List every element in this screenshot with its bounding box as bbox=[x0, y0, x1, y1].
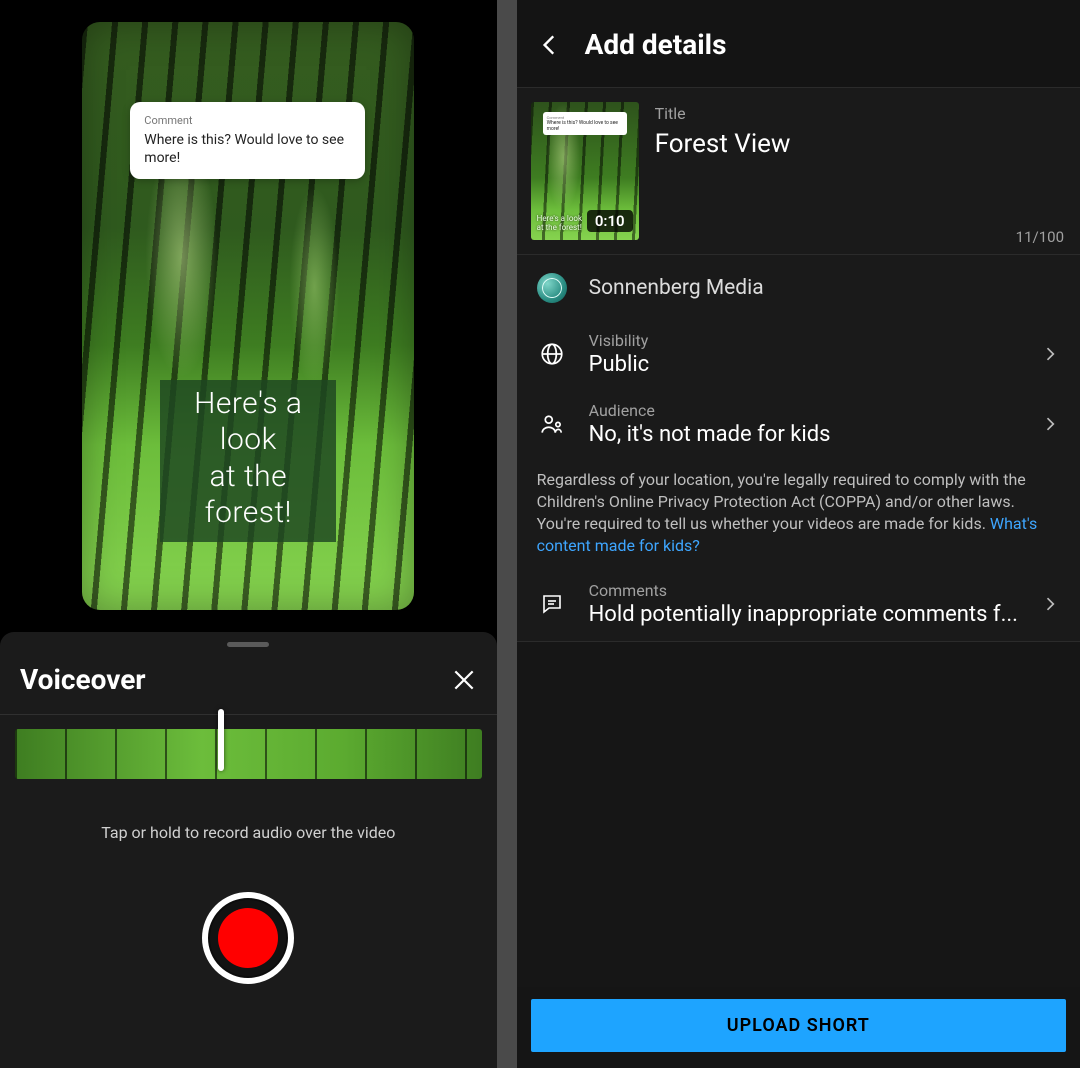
title-row[interactable]: Comment Where is this? Would love to see… bbox=[517, 88, 1080, 254]
page-title: Add details bbox=[585, 28, 727, 61]
voiceover-panel: Voiceover Tap or hold to record audio ov… bbox=[0, 632, 497, 1068]
caption-overlay: Here's a look at the forest! bbox=[160, 380, 336, 542]
coppa-notice: Regardless of your location, you're lega… bbox=[517, 461, 1080, 571]
comments-label: Comments bbox=[589, 581, 1018, 600]
audience-icon bbox=[537, 409, 567, 439]
audience-label: Audience bbox=[589, 401, 1018, 420]
visibility-row[interactable]: Visibility Public bbox=[517, 321, 1080, 391]
voiceover-timeline[interactable] bbox=[15, 729, 482, 779]
thumb-caption: Here's a look at the forest! bbox=[537, 214, 582, 232]
back-icon[interactable] bbox=[537, 32, 563, 58]
phone-add-details: Add details Comment Where is this? Would… bbox=[517, 0, 1080, 1068]
timeline-wrap bbox=[0, 715, 497, 779]
voiceover-header: Voiceover bbox=[0, 647, 497, 714]
upload-short-button[interactable]: UPLOAD SHORT bbox=[531, 999, 1066, 1052]
chevron-right-icon bbox=[1040, 344, 1060, 364]
screenshot-pair: Comment Where is this? Would love to see… bbox=[0, 0, 1080, 1068]
account-row[interactable]: Sonnenberg Media bbox=[517, 255, 1080, 321]
visibility-label: Visibility bbox=[589, 331, 1018, 350]
video-preview-area: Comment Where is this? Would love to see… bbox=[0, 0, 497, 632]
video-duration-badge: 0:10 bbox=[587, 210, 633, 232]
video-thumbnail[interactable]: Comment Where is this? Would love to see… bbox=[531, 102, 639, 240]
visibility-value: Public bbox=[589, 352, 1018, 377]
record-indicator-icon bbox=[218, 908, 278, 968]
caption-line-2: at the forest! bbox=[164, 459, 332, 532]
timeline-playhead[interactable] bbox=[218, 709, 224, 771]
title-label: Title bbox=[655, 104, 1064, 123]
thumb-comment-sticker: Comment Where is this? Would love to see… bbox=[543, 112, 627, 135]
account-name: Sonnenberg Media bbox=[589, 276, 764, 300]
account-avatar-icon bbox=[537, 273, 567, 303]
settings-section: Sonnenberg Media Visibility Public bbox=[517, 255, 1080, 641]
comments-value: Hold potentially inappropriate comments … bbox=[589, 602, 1018, 627]
comment-text: Where is this? Would love to see more! bbox=[144, 131, 351, 167]
voiceover-hint: Tap or hold to record audio over the vid… bbox=[0, 823, 497, 842]
close-icon[interactable] bbox=[451, 667, 477, 693]
voiceover-title: Voiceover bbox=[20, 663, 146, 696]
chevron-right-icon bbox=[1040, 594, 1060, 614]
title-char-count: 11/100 bbox=[1016, 228, 1064, 246]
audience-row[interactable]: Audience No, it's not made for kids bbox=[517, 391, 1080, 461]
title-fields: Title Forest View bbox=[655, 102, 1064, 240]
globe-icon bbox=[537, 339, 567, 369]
chevron-right-icon bbox=[1040, 414, 1060, 434]
details-header: Add details bbox=[517, 0, 1080, 87]
empty-space bbox=[517, 642, 1080, 987]
thumb-comment-text: Where is this? Would love to see more! bbox=[547, 120, 623, 132]
caption-line-1: Here's a look bbox=[164, 386, 332, 459]
comments-icon bbox=[537, 589, 567, 619]
coppa-text: Regardless of your location, you're lega… bbox=[537, 470, 1026, 533]
comment-label: Comment bbox=[144, 114, 351, 127]
title-value[interactable]: Forest View bbox=[655, 129, 1064, 159]
comment-sticker[interactable]: Comment Where is this? Would love to see… bbox=[130, 102, 365, 179]
video-preview[interactable]: Comment Where is this? Would love to see… bbox=[82, 22, 414, 610]
record-button[interactable] bbox=[202, 892, 294, 984]
comments-row[interactable]: Comments Hold potentially inappropriate … bbox=[517, 571, 1080, 641]
phone-voiceover: Comment Where is this? Would love to see… bbox=[0, 0, 497, 1068]
upload-bar: UPLOAD SHORT bbox=[517, 987, 1080, 1068]
audience-value: No, it's not made for kids bbox=[589, 422, 1018, 447]
